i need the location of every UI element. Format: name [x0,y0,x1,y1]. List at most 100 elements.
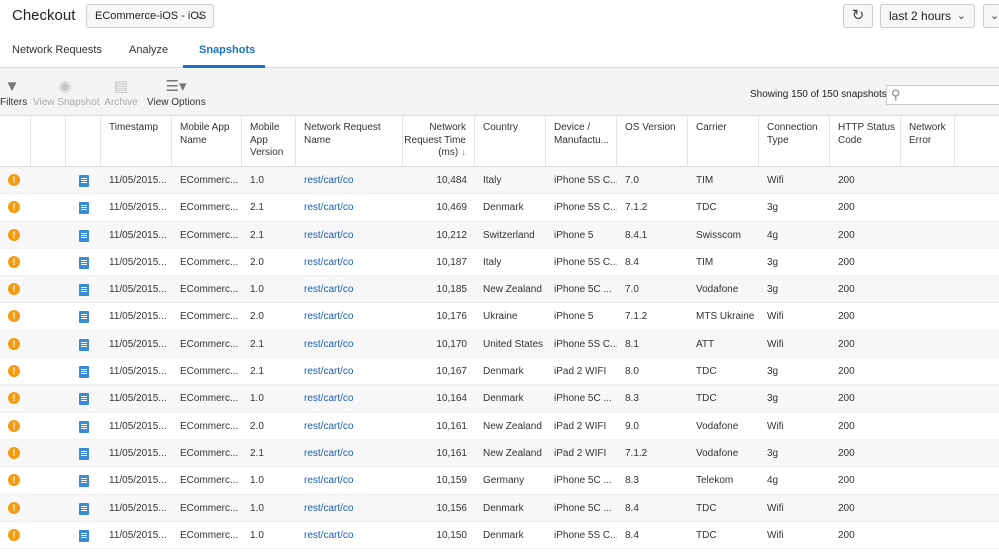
table-row[interactable]: ! 11/05/2015... ECommerc... 2.1 rest/cart/co… [0,439,999,468]
cell-http-status: 200 [838,311,855,323]
snapshot-cell[interactable] [66,495,101,522]
cell-request-name[interactable]: rest/cart/co [296,385,403,412]
cell-connection-type: 3g [767,366,779,378]
cell-request-name[interactable]: rest/cart/co [296,331,403,358]
snapshot-cell[interactable] [66,467,101,494]
cell-network-error [901,495,955,522]
column-header-request-name[interactable]: Network Request Name [296,116,403,167]
filters-button[interactable]: ▼ Filters [0,78,27,108]
cell-carrier: Vodafone [696,420,739,432]
table-row[interactable]: ! 11/05/2015... ECommerc... 1.0 rest/cart/co… [0,467,999,495]
table-row[interactable]: ! 11/05/2015... ECommerc... 1.0 rest/cart/co… [0,276,999,304]
cell-carrier: MTS Ukraine [696,311,755,323]
column-header-device[interactable]: Device / Manufactu... [546,116,617,167]
column-header-app-version[interactable]: Mobile App Version [242,116,296,167]
table-row[interactable]: ! 11/05/2015... ECommerc... 2.1 rest/cart/co… [0,358,999,386]
cell-network-error [901,440,955,467]
column-header-carrier[interactable]: Carrier [688,116,759,167]
status-cell: ! [0,194,31,221]
cell-http-status: 200 [838,366,855,378]
cell-request-name[interactable]: rest/cart/co [296,167,403,194]
cell-country: New Zealand [483,447,542,459]
snapshot-cell[interactable] [66,440,101,467]
cell-request-name[interactable]: rest/cart/co [296,276,403,303]
cell-request-name[interactable]: rest/cart/co [296,194,403,221]
cell-request-name[interactable]: rest/cart/co [296,358,403,385]
cell-timestamp: 11/05/2015... [109,202,167,214]
tab-analyze[interactable]: Analyze [129,44,168,56]
table-row[interactable]: ! 11/05/2015... ECommerc... 2.1 rest/cart/co… [0,330,999,359]
cell-request-time: 10,176 [436,311,467,323]
cell-carrier: TDC [696,202,717,214]
snapshot-cell[interactable] [66,167,101,194]
table-row[interactable]: ! 11/05/2015... ECommerc... 1.0 rest/cart/co… [0,385,999,413]
table-row[interactable]: ! 11/05/2015... ECommerc... 2.1 rest/cart/co… [0,194,999,222]
table-row[interactable]: ! 11/05/2015... ECommerc... 2.0 rest/cart/co… [0,303,999,331]
cell-device: iPhone 5C ... [554,475,612,487]
cell-request-name[interactable]: rest/cart/co [296,495,403,522]
cell-connection-type: Wifi [767,529,784,541]
document-icon [79,366,89,379]
column-header-country[interactable]: Country [475,116,546,167]
column-header-os-version[interactable]: OS Version [617,116,688,167]
refresh-button[interactable]: ↻ [843,4,873,28]
cell-http-status: 200 [838,229,855,241]
cell-carrier: TIM [696,175,714,186]
cell-country: Denmark [483,529,524,541]
cell-connection-type: 3g [767,256,779,268]
column-header-request-time[interactable]: Network Request Time (ms) ↓ [403,116,475,167]
table-row[interactable]: ! 11/05/2015... ECommerc... 1.0 rest/cart/co… [0,494,999,522]
cell-request-time: 10,469 [436,202,467,214]
snapshot-cell[interactable] [66,385,101,412]
snapshot-cell[interactable] [66,331,101,358]
tab-network-requests[interactable]: Network Requests [12,44,102,56]
table-row[interactable]: ! 11/05/2015... ECommerc... 1.0 rest/cart/co… [0,167,999,195]
cell-app-name: ECommerc... [180,529,239,541]
status-cell: ! [0,413,31,440]
cell-request-name[interactable]: rest/cart/co [296,413,403,440]
table-row[interactable]: ! 11/05/2015... ECommerc... 2.0 rest/cart/co… [0,413,999,440]
column-header-network-error[interactable]: Network Error [901,116,955,167]
column-header-http-status[interactable]: HTTP Status Code [830,116,901,167]
view-snapshot-button[interactable]: ◉ View Snapshot [33,78,100,108]
cell-carrier: Swisscom [696,229,742,241]
snapshot-cell[interactable] [66,303,101,330]
cell-request-name[interactable]: rest/cart/co [296,249,403,276]
cell-app-version: 1.0 [250,502,264,514]
cell-country: Italy [483,175,502,186]
cell-request-name[interactable]: rest/cart/co [296,222,403,249]
cell-request-time: 10,161 [436,447,467,459]
cell-timestamp: 11/05/2015... [109,502,167,514]
column-header-connection-type[interactable]: Connection Type [759,116,830,167]
app-selector[interactable]: ECommerce-iOS - iOS ⌄ [86,4,214,28]
view-options-button[interactable]: ☰▾ View Options [147,78,206,108]
cell-request-name[interactable]: rest/cart/co [296,303,403,330]
cell-request-name[interactable]: rest/cart/co [296,440,403,467]
snapshot-cell[interactable] [66,276,101,303]
cell-connection-type: 4g [767,475,779,487]
time-range-selector[interactable]: last 2 hours ⌄ [880,4,975,28]
column-header-app-name[interactable]: Mobile App Name [172,116,242,167]
tab-snapshots[interactable]: Snapshots [199,44,255,56]
search-box[interactable]: ⚲ [886,85,999,105]
table-row[interactable]: ! 11/05/2015... ECommerc... 1.0 rest/cart/co… [0,522,999,550]
cell-carrier: Vodafone [696,447,739,459]
document-icon [79,175,89,187]
column-header-timestamp[interactable]: Timestamp [101,116,172,167]
cell-timestamp: 11/05/2015... [109,366,167,378]
cell-app-version: 2.0 [250,256,264,268]
archive-button[interactable]: ▤ Archive [104,78,138,108]
cell-request-name[interactable]: rest/cart/co [296,467,403,494]
search-input[interactable] [907,87,997,103]
snapshot-cell[interactable] [66,249,101,276]
table-row[interactable]: ! 11/05/2015... ECommerc... 2.0 rest/cart/co… [0,249,999,277]
cell-carrier: Vodafone [696,284,739,296]
snapshot-cell[interactable] [66,413,101,440]
cell-request-name[interactable]: rest/cart/co [296,522,403,549]
snapshot-cell[interactable] [66,194,101,221]
more-button[interactable]: ⌄ [983,4,999,28]
snapshot-cell[interactable] [66,222,101,249]
snapshot-cell[interactable] [66,522,101,549]
table-row[interactable]: ! 11/05/2015... ECommerc... 2.1 rest/cart/co… [0,221,999,249]
snapshot-cell[interactable] [66,358,101,385]
